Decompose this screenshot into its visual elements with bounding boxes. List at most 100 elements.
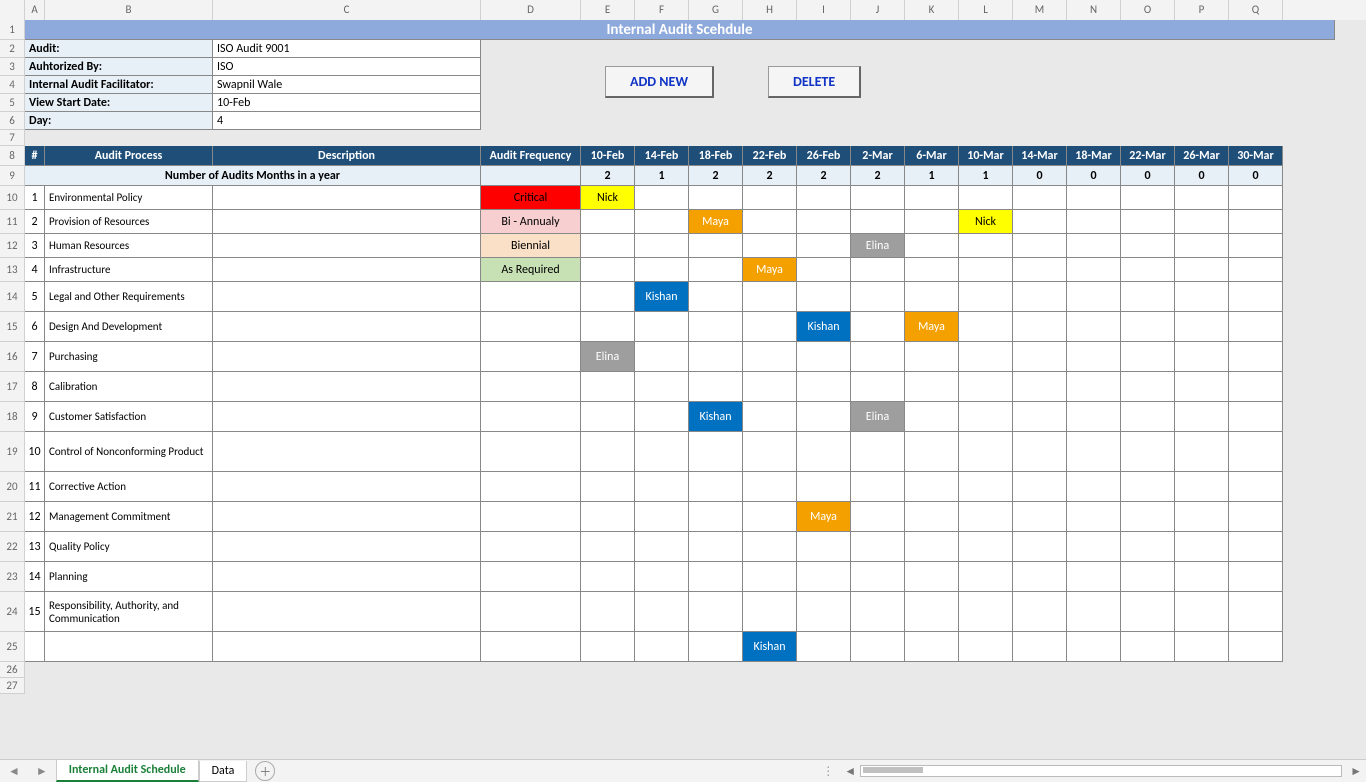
schedule-cell[interactable] xyxy=(581,472,635,502)
col-J[interactable]: J xyxy=(851,0,905,20)
schedule-cell[interactable] xyxy=(1013,532,1067,562)
row-num[interactable]: 2 xyxy=(0,40,25,58)
schedule-cell[interactable] xyxy=(1121,472,1175,502)
schedule-cell[interactable] xyxy=(1175,282,1229,312)
schedule-cell[interactable] xyxy=(1067,592,1121,632)
row-num[interactable]: 1 xyxy=(0,20,25,40)
schedule-cell[interactable] xyxy=(689,258,743,282)
schedule-cell[interactable] xyxy=(635,312,689,342)
row-num[interactable]: 13 xyxy=(0,258,25,282)
schedule-cell[interactable] xyxy=(905,342,959,372)
schedule-cell[interactable]: Kishan xyxy=(743,632,797,662)
day-value[interactable]: 4 xyxy=(213,112,481,130)
schedule-cell[interactable] xyxy=(851,282,905,312)
row-num[interactable]: 22 xyxy=(0,532,25,562)
audit-process[interactable]: Control of Nonconforming Product xyxy=(45,432,213,472)
schedule-cell[interactable] xyxy=(905,472,959,502)
schedule-cell[interactable] xyxy=(1229,532,1283,562)
schedule-cell[interactable] xyxy=(959,592,1013,632)
add-new-button[interactable]: ADD NEW xyxy=(605,66,714,98)
schedule-cell[interactable]: Maya xyxy=(743,258,797,282)
schedule-cell[interactable] xyxy=(1229,402,1283,432)
schedule-cell[interactable] xyxy=(1013,432,1067,472)
schedule-cell[interactable] xyxy=(905,562,959,592)
schedule-cell[interactable] xyxy=(851,532,905,562)
tab-internal-audit-schedule[interactable]: Internal Audit Schedule xyxy=(56,760,199,782)
audit-process[interactable]: Human Resources xyxy=(45,234,213,258)
schedule-cell[interactable] xyxy=(851,210,905,234)
schedule-cell[interactable] xyxy=(959,632,1013,662)
schedule-cell[interactable] xyxy=(797,432,851,472)
schedule-cell[interactable] xyxy=(635,592,689,632)
description[interactable] xyxy=(213,562,481,592)
schedule-cell[interactable] xyxy=(959,312,1013,342)
row-index[interactable] xyxy=(25,632,45,662)
schedule-cell[interactable] xyxy=(581,562,635,592)
row-num[interactable]: 14 xyxy=(0,282,25,312)
col-L[interactable]: L xyxy=(959,0,1013,20)
schedule-cell[interactable] xyxy=(1067,186,1121,210)
schedule-cell[interactable]: Kishan xyxy=(635,282,689,312)
schedule-cell[interactable]: Elina xyxy=(851,234,905,258)
schedule-cell[interactable] xyxy=(1229,282,1283,312)
schedule-cell[interactable] xyxy=(689,342,743,372)
description[interactable] xyxy=(213,210,481,234)
schedule-cell[interactable] xyxy=(581,502,635,532)
description[interactable] xyxy=(213,472,481,502)
schedule-cell[interactable] xyxy=(1121,432,1175,472)
schedule-cell[interactable] xyxy=(1067,258,1121,282)
schedule-cell[interactable] xyxy=(959,258,1013,282)
row-index[interactable]: 3 xyxy=(25,234,45,258)
facilitator-value[interactable]: Swapnil Wale xyxy=(213,76,481,94)
description[interactable] xyxy=(213,402,481,432)
delete-button[interactable]: DELETE xyxy=(768,66,861,98)
schedule-cell[interactable] xyxy=(743,592,797,632)
description[interactable] xyxy=(213,432,481,472)
schedule-cell[interactable] xyxy=(1175,342,1229,372)
col-Q[interactable]: Q xyxy=(1229,0,1283,20)
description[interactable] xyxy=(213,502,481,532)
audit-frequency[interactable] xyxy=(481,402,581,432)
schedule-cell[interactable] xyxy=(797,562,851,592)
row-index[interactable]: 15 xyxy=(25,592,45,632)
schedule-cell[interactable] xyxy=(959,562,1013,592)
schedule-cell[interactable] xyxy=(851,342,905,372)
col-E[interactable]: E xyxy=(581,0,635,20)
row-num[interactable]: 23 xyxy=(0,562,25,592)
schedule-cell[interactable] xyxy=(905,186,959,210)
row-num[interactable]: 16 xyxy=(0,342,25,372)
row-index[interactable]: 8 xyxy=(25,372,45,402)
schedule-cell[interactable] xyxy=(1013,372,1067,402)
schedule-cell[interactable] xyxy=(1013,312,1067,342)
schedule-cell[interactable] xyxy=(959,402,1013,432)
row-num[interactable]: 6 xyxy=(0,112,25,130)
schedule-cell[interactable] xyxy=(635,258,689,282)
schedule-cell[interactable] xyxy=(689,432,743,472)
audit-process[interactable]: Planning xyxy=(45,562,213,592)
schedule-cell[interactable] xyxy=(1175,402,1229,432)
schedule-cell[interactable] xyxy=(905,258,959,282)
schedule-cell[interactable] xyxy=(851,472,905,502)
col-O[interactable]: O xyxy=(1121,0,1175,20)
schedule-cell[interactable] xyxy=(959,282,1013,312)
audit-process[interactable]: Environmental Policy xyxy=(45,186,213,210)
schedule-cell[interactable] xyxy=(743,210,797,234)
schedule-cell[interactable] xyxy=(581,402,635,432)
row-num[interactable]: 5 xyxy=(0,94,25,112)
schedule-cell[interactable] xyxy=(1067,532,1121,562)
audit-process[interactable]: Quality Policy xyxy=(45,532,213,562)
row-index[interactable]: 7 xyxy=(25,342,45,372)
audit-frequency[interactable] xyxy=(481,502,581,532)
col-F[interactable]: F xyxy=(635,0,689,20)
row-num[interactable]: 21 xyxy=(0,502,25,532)
schedule-cell[interactable] xyxy=(797,234,851,258)
schedule-cell[interactable] xyxy=(1121,372,1175,402)
audit-frequency[interactable] xyxy=(481,592,581,632)
description[interactable] xyxy=(213,282,481,312)
schedule-cell[interactable] xyxy=(959,186,1013,210)
schedule-cell[interactable] xyxy=(1013,402,1067,432)
schedule-cell[interactable] xyxy=(959,372,1013,402)
description[interactable] xyxy=(213,342,481,372)
schedule-cell[interactable]: Elina xyxy=(851,402,905,432)
col-I[interactable]: I xyxy=(797,0,851,20)
